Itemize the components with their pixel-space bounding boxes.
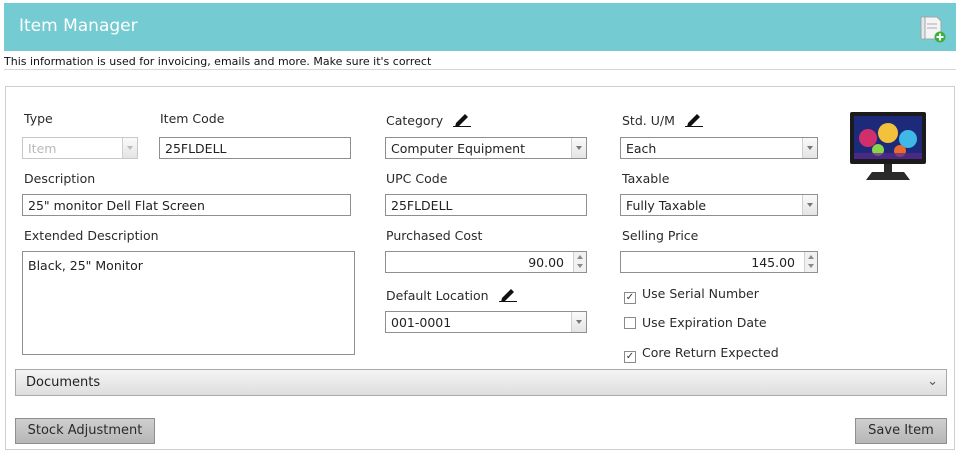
selling-price-value: 145.00: [751, 255, 795, 270]
edit-category-pencil-icon[interactable]: [453, 111, 472, 127]
category-label: Category: [386, 111, 472, 128]
type-label: Type: [24, 111, 53, 126]
use-expiration-date-checkbox[interactable]: Use Expiration Date: [624, 315, 767, 330]
use-expiration-date-label: Use Expiration Date: [642, 315, 767, 330]
selling-price-input[interactable]: 145.00: [620, 251, 818, 273]
documents-label: Documents: [26, 375, 101, 390]
spinner-arrows-icon[interactable]: [804, 252, 817, 272]
chevron-down-icon: [571, 138, 586, 158]
category-value: Computer Equipment: [391, 141, 525, 156]
subtitle-info: This information is used for invoicing, …: [4, 55, 432, 68]
chevron-down-icon: [802, 138, 817, 158]
std-um-select[interactable]: Each: [620, 137, 818, 159]
divider: [4, 69, 956, 70]
description-label: Description: [24, 171, 96, 186]
purchased-cost-label: Purchased Cost: [386, 228, 483, 243]
checkbox-unchecked-icon: [624, 317, 636, 329]
chevron-down-icon: ⌄: [927, 374, 938, 389]
purchased-cost-input[interactable]: 90.00: [385, 251, 587, 273]
taxable-label: Taxable: [622, 171, 670, 186]
checkbox-checked-icon: ✓: [624, 292, 636, 304]
title-bar: Item Manager: [4, 3, 956, 51]
type-value: Item: [28, 141, 57, 156]
use-serial-number-checkbox[interactable]: ✓ Use Serial Number: [624, 286, 759, 304]
chevron-down-icon: [802, 195, 817, 215]
chevron-down-icon: [122, 138, 137, 158]
spinner-arrows-icon[interactable]: [573, 252, 586, 272]
core-return-expected-checkbox[interactable]: ✓ Core Return Expected: [624, 345, 779, 363]
extended-description-label: Extended Description: [24, 228, 159, 243]
checkbox-checked-icon: ✓: [624, 351, 636, 363]
edit-location-pencil-icon[interactable]: [498, 286, 517, 302]
default-location-select[interactable]: 001-0001: [385, 311, 587, 333]
description-input[interactable]: 25" monitor Dell Flat Screen: [22, 194, 351, 216]
upc-code-input[interactable]: 25FLDELL: [385, 194, 587, 216]
upc-code-label: UPC Code: [386, 171, 448, 186]
default-location-label-text: Default Location: [386, 288, 489, 303]
new-document-icon[interactable]: [918, 14, 946, 44]
selling-price-label: Selling Price: [622, 228, 699, 243]
core-return-expected-label: Core Return Expected: [642, 345, 779, 360]
save-item-button[interactable]: Save Item: [855, 418, 947, 444]
taxable-value: Fully Taxable: [626, 198, 707, 213]
item-code-input[interactable]: 25FLDELL: [159, 137, 351, 159]
window-title: Item Manager: [19, 16, 138, 36]
edit-um-pencil-icon[interactable]: [684, 111, 703, 127]
purchased-cost-value: 90.00: [528, 255, 564, 270]
default-location-label: Default Location: [386, 286, 517, 303]
category-select[interactable]: Computer Equipment: [385, 137, 587, 159]
item-code-label: Item Code: [160, 111, 225, 126]
std-um-label-text: Std. U/M: [622, 113, 675, 128]
taxable-select[interactable]: Fully Taxable: [620, 194, 818, 216]
chevron-down-icon: [571, 312, 586, 332]
type-select[interactable]: Item: [22, 137, 138, 159]
default-location-value: 001-0001: [391, 315, 452, 330]
std-um-label: Std. U/M: [622, 111, 703, 128]
category-label-text: Category: [386, 113, 444, 128]
documents-accordion[interactable]: Documents ⌄: [15, 369, 947, 396]
use-serial-number-label: Use Serial Number: [642, 286, 759, 301]
stock-adjustment-button[interactable]: Stock Adjustment: [15, 418, 155, 444]
extended-description-textarea[interactable]: Black, 25" Monitor: [22, 251, 355, 355]
std-um-value: Each: [626, 141, 657, 156]
monitor-thumbnail-image: [848, 108, 928, 188]
